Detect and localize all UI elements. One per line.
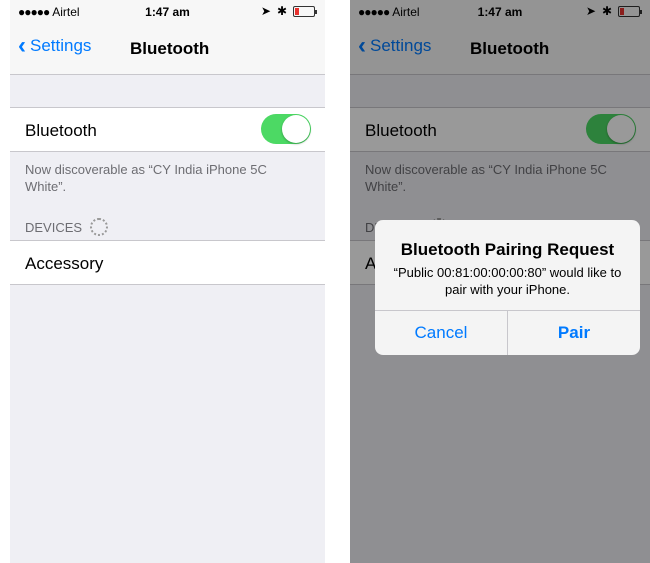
status-bar: ●●●●● Airtel 1:47 am ➤ ✱: [10, 0, 325, 22]
cancel-button[interactable]: Cancel: [375, 311, 507, 355]
device-row[interactable]: Accessory: [10, 240, 325, 285]
screen-bluetooth-settings: ●●●●● Airtel 1:47 am ➤ ✱ ‹ Settings Bluet…: [10, 0, 325, 563]
loading-spinner-icon: [90, 218, 109, 236]
screen-pairing-request: ●●●●● Airtel 1:47 am ➤ ✱ ‹ Settings Bluet…: [350, 0, 650, 563]
devices-header-label: DEVICES: [25, 219, 83, 235]
page-title: Bluetooth: [130, 39, 210, 58]
bluetooth-icon: ✱: [276, 4, 287, 18]
status-icons: ➤ ✱: [260, 4, 317, 18]
location-arrow-icon: ➤: [260, 4, 271, 18]
discoverable-text: Now discoverable as “CY India iPhone 5C …: [25, 162, 267, 194]
toggle-knob: [282, 115, 310, 143]
back-label: Settings: [30, 36, 92, 55]
alert-button-bar: Cancel Pair: [375, 310, 640, 355]
chevron-left-icon: ‹: [18, 32, 26, 59]
bluetooth-toggle[interactable]: [261, 114, 311, 144]
devices-section-header: DEVICES: [25, 218, 109, 236]
device-name: Accessory: [25, 254, 104, 273]
battery-icon: [293, 5, 317, 17]
alert-title: Bluetooth Pairing Request: [400, 240, 615, 259]
bluetooth-label: Bluetooth: [25, 121, 97, 140]
back-button[interactable]: ‹ Settings: [18, 32, 92, 59]
pairing-alert-dialog: Bluetooth Pairing Request “Public 00:81:…: [375, 220, 640, 355]
bluetooth-row: Bluetooth: [10, 107, 325, 152]
pair-button[interactable]: Pair: [507, 311, 640, 355]
navigation-bar: ‹ Settings Bluetooth: [10, 22, 325, 75]
alert-message: “Public 00:81:00:00:00:80” would like to…: [393, 265, 622, 297]
